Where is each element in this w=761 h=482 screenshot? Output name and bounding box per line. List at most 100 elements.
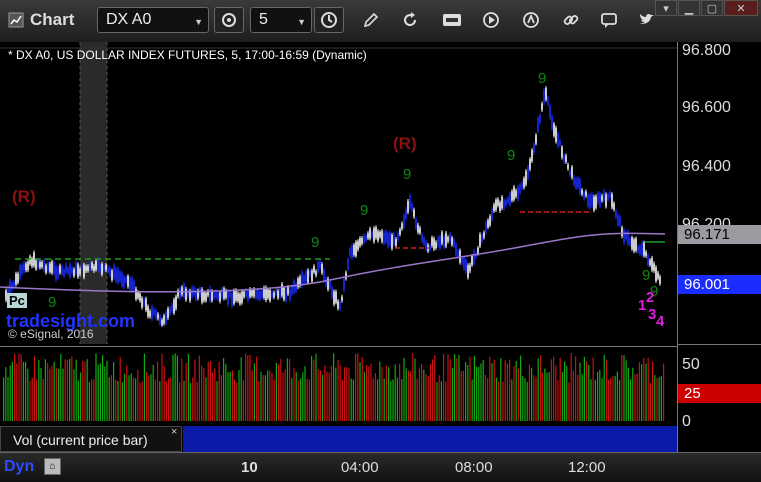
candle-body — [121, 273, 123, 287]
candle-body — [305, 271, 307, 283]
price-axis[interactable]: 96.800 96.600 96.400 96.200 96.171 96.00… — [677, 42, 761, 452]
candle-body — [517, 186, 519, 200]
volume-bar — [234, 379, 236, 421]
volume-bar — [440, 381, 442, 421]
window-menu-icon: ▾ — [663, 2, 669, 15]
candle-body — [333, 291, 335, 305]
minimize-button[interactable]: ▁ — [678, 0, 700, 16]
play-button[interactable] — [480, 9, 502, 31]
draw-tool-button[interactable] — [360, 9, 382, 31]
candle-body — [145, 298, 147, 311]
candle-body — [287, 287, 289, 295]
candle-body — [169, 307, 171, 315]
interval-clock-button[interactable] — [314, 7, 344, 33]
candle-body — [261, 290, 263, 298]
volume-bar — [22, 361, 24, 421]
volume-bar — [337, 359, 339, 421]
volume-bar — [319, 370, 321, 421]
candle-body — [547, 97, 549, 105]
candle-body — [245, 289, 247, 297]
candle-body — [645, 251, 647, 256]
get-button[interactable] — [441, 9, 463, 31]
volume-bar — [542, 372, 544, 421]
candle-body — [561, 147, 563, 158]
close-study-icon[interactable]: × — [171, 426, 177, 438]
volume-bar — [355, 354, 357, 421]
volume-bar — [326, 371, 328, 421]
candle-body — [213, 292, 215, 298]
candle-body — [383, 232, 385, 244]
candle-body — [631, 237, 633, 249]
axis-divider — [678, 344, 761, 345]
volume-bar — [504, 360, 506, 421]
link-button[interactable] — [560, 9, 582, 31]
candle-body — [51, 261, 53, 273]
volume-bar — [379, 361, 381, 421]
candle-body — [97, 258, 99, 271]
candle-body — [127, 276, 129, 287]
link-gear-icon — [222, 13, 236, 27]
candle-body — [619, 216, 621, 226]
volume-bar — [449, 359, 451, 421]
candle-body — [481, 234, 483, 242]
message-button[interactable] — [598, 9, 620, 31]
link-icon — [563, 14, 579, 26]
candle-body — [539, 115, 541, 123]
candle-body — [321, 264, 323, 274]
candle-body — [397, 232, 399, 240]
window-menu-button[interactable]: ▾ — [655, 0, 677, 16]
volume-bar — [649, 382, 651, 421]
candle-body — [375, 227, 377, 238]
volume-bar — [658, 377, 660, 421]
candle-body — [183, 283, 185, 297]
close-button[interactable]: ✕ — [724, 0, 758, 16]
volume-bar — [3, 377, 5, 421]
volume-bar — [330, 365, 332, 421]
symbol-link-button[interactable] — [214, 7, 244, 33]
volume-study-label[interactable]: Vol (current price bar) — [0, 426, 182, 452]
chart-window-icon — [8, 12, 24, 28]
candle-body — [425, 241, 427, 250]
refresh-button[interactable] — [399, 9, 421, 31]
app-title: Chart — [8, 10, 74, 30]
candle-body — [317, 262, 319, 272]
volume-bar — [273, 379, 275, 421]
candle-body — [17, 273, 19, 283]
volume-bar — [612, 376, 614, 421]
volume-bar — [192, 377, 194, 421]
candle-body — [355, 241, 357, 256]
volume-bar — [335, 367, 337, 421]
volume-bar — [423, 369, 425, 421]
candle-body — [623, 229, 625, 244]
price-panel[interactable] — [0, 42, 677, 344]
volume-bar — [5, 367, 7, 421]
maximize-button[interactable]: ▢ — [701, 0, 723, 16]
volume-bar — [370, 363, 372, 421]
candle-body — [289, 288, 291, 300]
candle-body — [363, 235, 365, 243]
setup-count-label: 9 — [48, 294, 57, 311]
candle-body — [423, 238, 425, 245]
symbol-selector[interactable]: DX A0 ▼ — [97, 7, 209, 33]
candle-body — [135, 288, 137, 300]
volume-bar — [71, 356, 73, 421]
candle-body — [301, 272, 303, 286]
candle-body — [597, 192, 599, 203]
volume-bar — [27, 368, 29, 421]
candle-body — [461, 257, 463, 264]
volume-bar — [240, 357, 242, 421]
volume-bar — [194, 359, 196, 421]
volume-bar — [152, 364, 154, 421]
time-axis[interactable] — [0, 452, 761, 482]
candle-body — [105, 265, 107, 270]
alert-button[interactable] — [520, 9, 542, 31]
volume-bar — [599, 370, 601, 421]
volume-panel[interactable] — [0, 346, 677, 423]
candle-body — [451, 237, 453, 245]
candle-body — [219, 292, 221, 302]
volume-bar — [168, 378, 170, 421]
volume-bar — [421, 363, 423, 421]
interval-selector[interactable]: 5 ▼ — [250, 7, 312, 33]
lock-icon[interactable]: ⌂ — [44, 458, 61, 475]
candle-body — [537, 118, 539, 132]
